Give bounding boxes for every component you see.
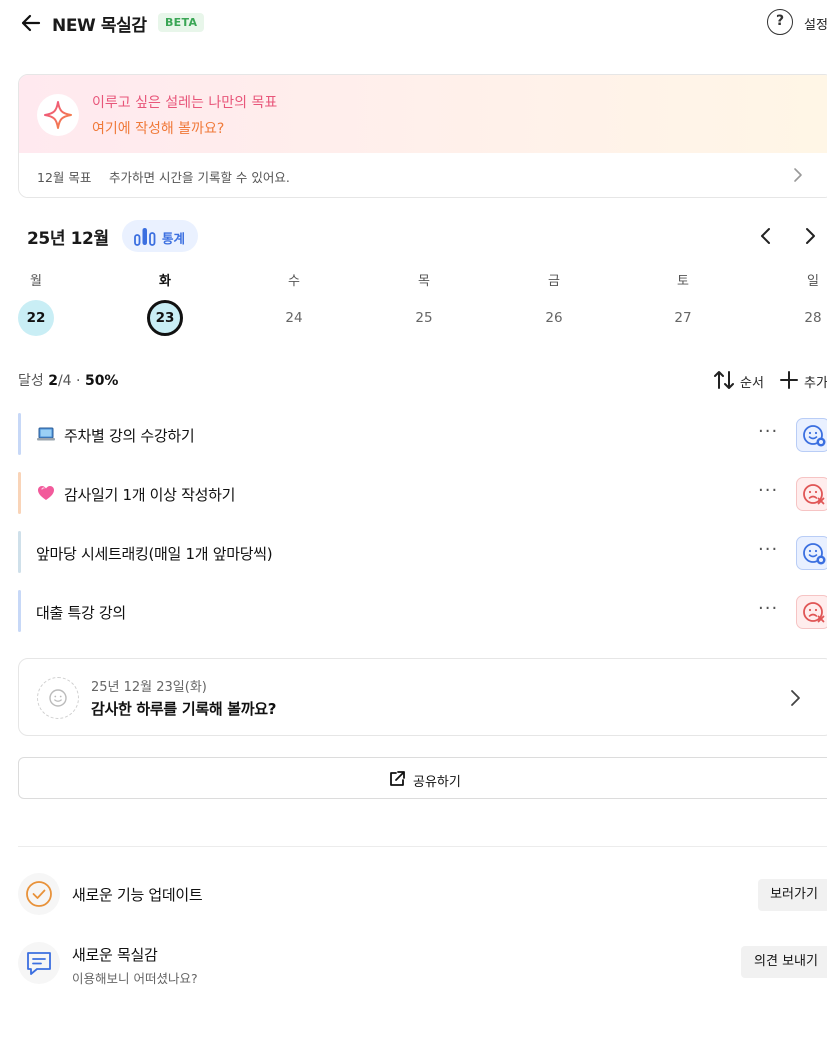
prev-week-icon[interactable] [754,224,778,248]
date-cell[interactable]: 28 [795,300,827,336]
month-label: 25년 12월 [27,229,109,249]
sad-x-icon [803,484,825,505]
weekday-sat: 토 [677,274,689,289]
todo-item[interactable]: 감사일기 1개 이상 작성하기 ··· [18,472,827,514]
todo-text: 앞마당 시세트래킹(매일 1개 앞마당씩) [36,545,273,563]
weekday-wed: 수 [288,274,300,289]
todo-color-bar [18,413,21,455]
feedback-title: 새로운 목실감 [72,946,158,964]
plus-icon [780,371,798,389]
todo-item[interactable]: 주차별 강의 수강하기 ··· [18,413,827,455]
more-icon[interactable]: ··· [758,539,778,560]
more-icon[interactable]: ··· [758,480,778,501]
todo-color-bar [18,590,21,632]
app-header: NEW 목실감 BETA ? 설정 [0,0,827,46]
add-label: 추가 [804,376,827,391]
share-button[interactable]: 공유하기 [18,757,827,799]
weekday-mon: 월 [30,274,42,289]
external-link-icon [390,771,405,786]
date-cell[interactable]: 26 [536,300,572,336]
chevron-right-icon [791,690,800,706]
month-goal-hint: 추가하면 시간을 기록할 수 있어요. [109,170,290,185]
smile-check-icon [803,425,826,447]
beta-badge: BETA [158,13,205,32]
achievement-summary: 달성 2/4 · 50% [18,370,118,390]
status-fail-button[interactable] [796,477,827,511]
sparkle-icon [37,94,79,136]
goal-banner-title: 이루고 싶은 설레는 나만의 목표 [92,95,278,111]
date-cell[interactable]: 22 [18,300,54,336]
status-fail-button[interactable] [796,595,827,629]
help-icon[interactable]: ? [767,9,793,35]
date-cell[interactable]: 27 [665,300,701,336]
view-updates-button[interactable]: 보러가기 [758,879,827,911]
todo-text: 감사일기 1개 이상 작성하기 [64,486,236,504]
back-arrow-icon[interactable] [18,10,44,36]
sort-button[interactable]: 순서 [712,368,764,392]
feature-update-title: 새로운 기능 업데이트 [72,886,203,904]
status-done-button[interactable] [796,536,827,570]
feedback-row: 새로운 목실감 이용해보니 어떠셨나요? 의견 보내기 [18,938,827,988]
settings-button[interactable]: 설정 [804,14,827,33]
diary-date: 25년 12월 23일(화) [91,680,207,695]
stats-label: 통계 [162,231,186,246]
todo-color-bar [18,531,21,573]
achievement-percent: 50% [84,373,119,389]
check-circle-icon [18,873,60,915]
month-goal-label: 12월 목표 [37,170,92,185]
page-title: NEW 목실감 [52,16,147,36]
todo-text: 주차별 강의 수강하기 [64,427,195,445]
more-icon[interactable]: ··· [758,421,778,442]
smile-placeholder-icon [37,677,79,719]
status-done-button[interactable] [796,418,827,452]
diary-prompt: 감사한 하루를 기록해 볼까요? [91,700,277,718]
send-feedback-button[interactable]: 의견 보내기 [741,946,827,978]
todo-item[interactable]: 대출 특강 강의 ··· [18,590,827,632]
sort-arrows-icon [714,371,734,389]
todo-color-bar [18,472,21,514]
share-label: 공유하기 [413,775,461,790]
achievement-separator: · [76,373,81,389]
stats-button[interactable]: 통계 [122,220,198,252]
section-divider [18,846,827,847]
date-cell-selected[interactable]: 23 [147,300,183,336]
date-cell[interactable]: 25 [406,300,442,336]
share-button-content: 공유하기 [387,769,461,790]
weekday-thu: 목 [418,274,430,289]
weekday-fri: 금 [548,274,560,289]
heart-icon [38,486,54,500]
sad-x-icon [803,602,825,623]
sort-label: 순서 [740,376,764,391]
month-goal-row[interactable]: 12월 목표 추가하면 시간을 기록할 수 있어요. [19,153,827,197]
bar-chart-icon [134,228,156,246]
todo-text: 대출 특강 강의 [36,604,126,622]
date-cell[interactable]: 24 [276,300,312,336]
laptop-icon [37,427,55,441]
gratitude-diary-card[interactable]: 25년 12월 23일(화) 감사한 하루를 기록해 볼까요? [18,658,827,736]
smile-check-icon [803,543,826,565]
achievement-label: 달성 [18,373,44,389]
achievement-total: /4 [57,373,72,389]
chevron-right-icon [794,168,802,182]
achievement-done: 2 [48,373,58,389]
feedback-subtitle: 이용해보니 어떠셨나요? [72,971,198,986]
goal-banner-subtitle: 여기에 작성해 볼까요? [92,121,225,137]
more-icon[interactable]: ··· [758,598,778,619]
goal-banner[interactable]: 이루고 싶은 설레는 나만의 목표 여기에 작성해 볼까요? 12월 목표 추가… [18,74,827,198]
weekday-tue: 화 [159,274,171,289]
chat-message-icon [18,942,60,984]
weekday-sun: 일 [807,274,819,289]
goal-banner-top: 이루고 싶은 설레는 나만의 목표 여기에 작성해 볼까요? [19,75,827,153]
next-week-icon[interactable] [798,224,822,248]
feature-update-row: 새로운 기능 업데이트 보러가기 [18,869,827,919]
todo-item[interactable]: 앞마당 시세트래킹(매일 1개 앞마당씩) ··· [18,531,827,573]
